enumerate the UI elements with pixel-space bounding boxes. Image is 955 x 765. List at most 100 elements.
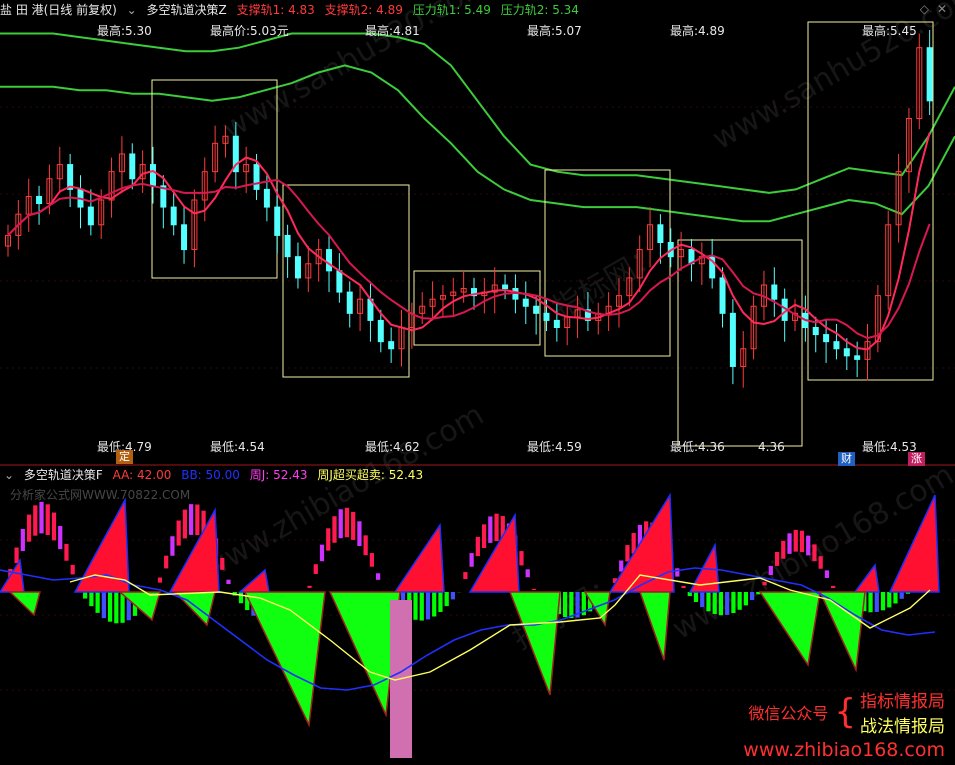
hist-bar: [419, 592, 424, 621]
hist-bar: [469, 553, 474, 567]
high-label: 最高:5.45: [862, 23, 917, 38]
close-icon[interactable]: ✕: [937, 2, 947, 16]
hist-bar: [357, 521, 362, 547]
hist-bar: [868, 592, 873, 613]
hist-bar: [893, 592, 898, 604]
indicator-menu-icon[interactable]: ⌄: [4, 468, 14, 482]
hist-bar: [220, 557, 225, 570]
hist-bar: [170, 536, 175, 556]
badge-zhang: 涨: [908, 452, 925, 466]
aa-value: AA: 42.00: [112, 468, 172, 482]
bull-triangle: [0, 557, 25, 593]
hist-bar: [189, 504, 194, 535]
candle-body: [170, 206, 177, 226]
hist-bar: [450, 592, 456, 600]
hist-bar: [693, 592, 699, 602]
hist-bar: [114, 592, 119, 624]
hist-bar: [750, 592, 755, 601]
hist-bar: [45, 504, 50, 535]
bear-triangle: [638, 591, 671, 661]
hist-bar: [494, 513, 499, 542]
hist-bar: [344, 507, 350, 538]
hist-bar: [39, 501, 44, 534]
bull-triangle: [238, 568, 270, 593]
hist-bar: [700, 592, 705, 608]
hist-bar: [14, 547, 19, 564]
hist-bar: [120, 592, 125, 623]
candle-body: [543, 312, 550, 321]
hist-bar: [824, 570, 830, 578]
low-label: 4.36: [758, 440, 785, 454]
bull-triangle: [608, 492, 675, 593]
hist-bar: [70, 564, 75, 575]
hist-bar: [101, 592, 106, 619]
hist-bar: [681, 585, 686, 589]
badge-ding: 定: [116, 450, 133, 464]
hist-bar: [319, 544, 325, 562]
hist-bar: [569, 592, 574, 619]
hist-bar: [874, 592, 879, 612]
press-band-1: [0, 32, 955, 194]
hist-bar: [51, 512, 57, 541]
bb-value: BB: 50.00: [181, 468, 240, 482]
hist-bar: [762, 581, 767, 586]
support1-value: 支撑轨1: 4.83: [236, 3, 315, 17]
high-label: 最高:4.89: [670, 23, 725, 38]
watermark-text: www.sanhu520.com: [217, 0, 496, 147]
indicator-menu-icon[interactable]: ⌄: [127, 3, 137, 17]
candle-body: [336, 270, 343, 293]
hist-bar: [238, 592, 244, 604]
candle-body: [502, 284, 509, 290]
hist-bar: [812, 544, 817, 562]
hist-bar: [326, 528, 331, 551]
high-label: 最高:4.81: [365, 23, 420, 38]
hist-bar: [831, 585, 836, 588]
promo-brace: {: [834, 692, 856, 732]
promo-url[interactable]: www.zhibiao168.com: [743, 739, 945, 761]
hist-bar: [887, 592, 892, 608]
hist-bar: [95, 592, 100, 613]
hist-bar: [481, 524, 487, 549]
candle-body: [129, 153, 136, 180]
hist-bar: [444, 592, 449, 607]
candle-body: [181, 224, 188, 251]
bear-triangle: [758, 591, 821, 668]
hist-bar: [438, 592, 443, 612]
hist-bar: [781, 540, 786, 559]
candle-body: [812, 327, 819, 336]
high-label: 最高价:5.03元: [210, 23, 289, 38]
low-label: 最低:4.62: [365, 440, 420, 454]
hist-bar: [463, 572, 468, 580]
expand-icon[interactable]: ◇: [920, 2, 929, 16]
candle-body: [926, 47, 933, 102]
bull-triangle: [393, 522, 445, 593]
stock-title: 盐 田 港(日线 前复权): [0, 3, 117, 17]
hist-bar: [799, 530, 805, 553]
hist-bar: [376, 573, 381, 580]
support-line-1: [7, 132, 931, 351]
hist-bar: [33, 505, 38, 536]
candle-body: [843, 348, 850, 357]
support2-value: 支撑轨2: 4.89: [324, 3, 403, 17]
hist-bar: [26, 514, 32, 542]
weekj-value: 周J: 52.43: [249, 468, 308, 482]
hist-bar: [731, 592, 736, 614]
watermarks: www.sanhu520.com指标网：www.sanhu520.comwww.…: [197, 0, 955, 657]
indicator-name[interactable]: 多空轨道决策Z: [147, 3, 227, 17]
bull-triangle: [853, 563, 880, 593]
hist-bar: [195, 504, 200, 536]
candle-body: [833, 341, 840, 350]
candle-body: [284, 234, 291, 258]
osc-indicator-name[interactable]: 多空轨道决策F: [24, 468, 103, 482]
hist-bar: [525, 569, 530, 578]
hist-bar: [718, 592, 724, 616]
candle-body: [294, 256, 301, 279]
support-line-2: [7, 178, 931, 340]
press2-value: 压力轨2: 5.34: [500, 3, 579, 17]
hist-bar: [307, 585, 312, 588]
hist-bar: [563, 592, 568, 617]
hist-bar: [737, 592, 742, 610]
candle-body: [854, 355, 861, 360]
hist-bar: [725, 592, 730, 615]
hist-bar: [432, 592, 437, 617]
